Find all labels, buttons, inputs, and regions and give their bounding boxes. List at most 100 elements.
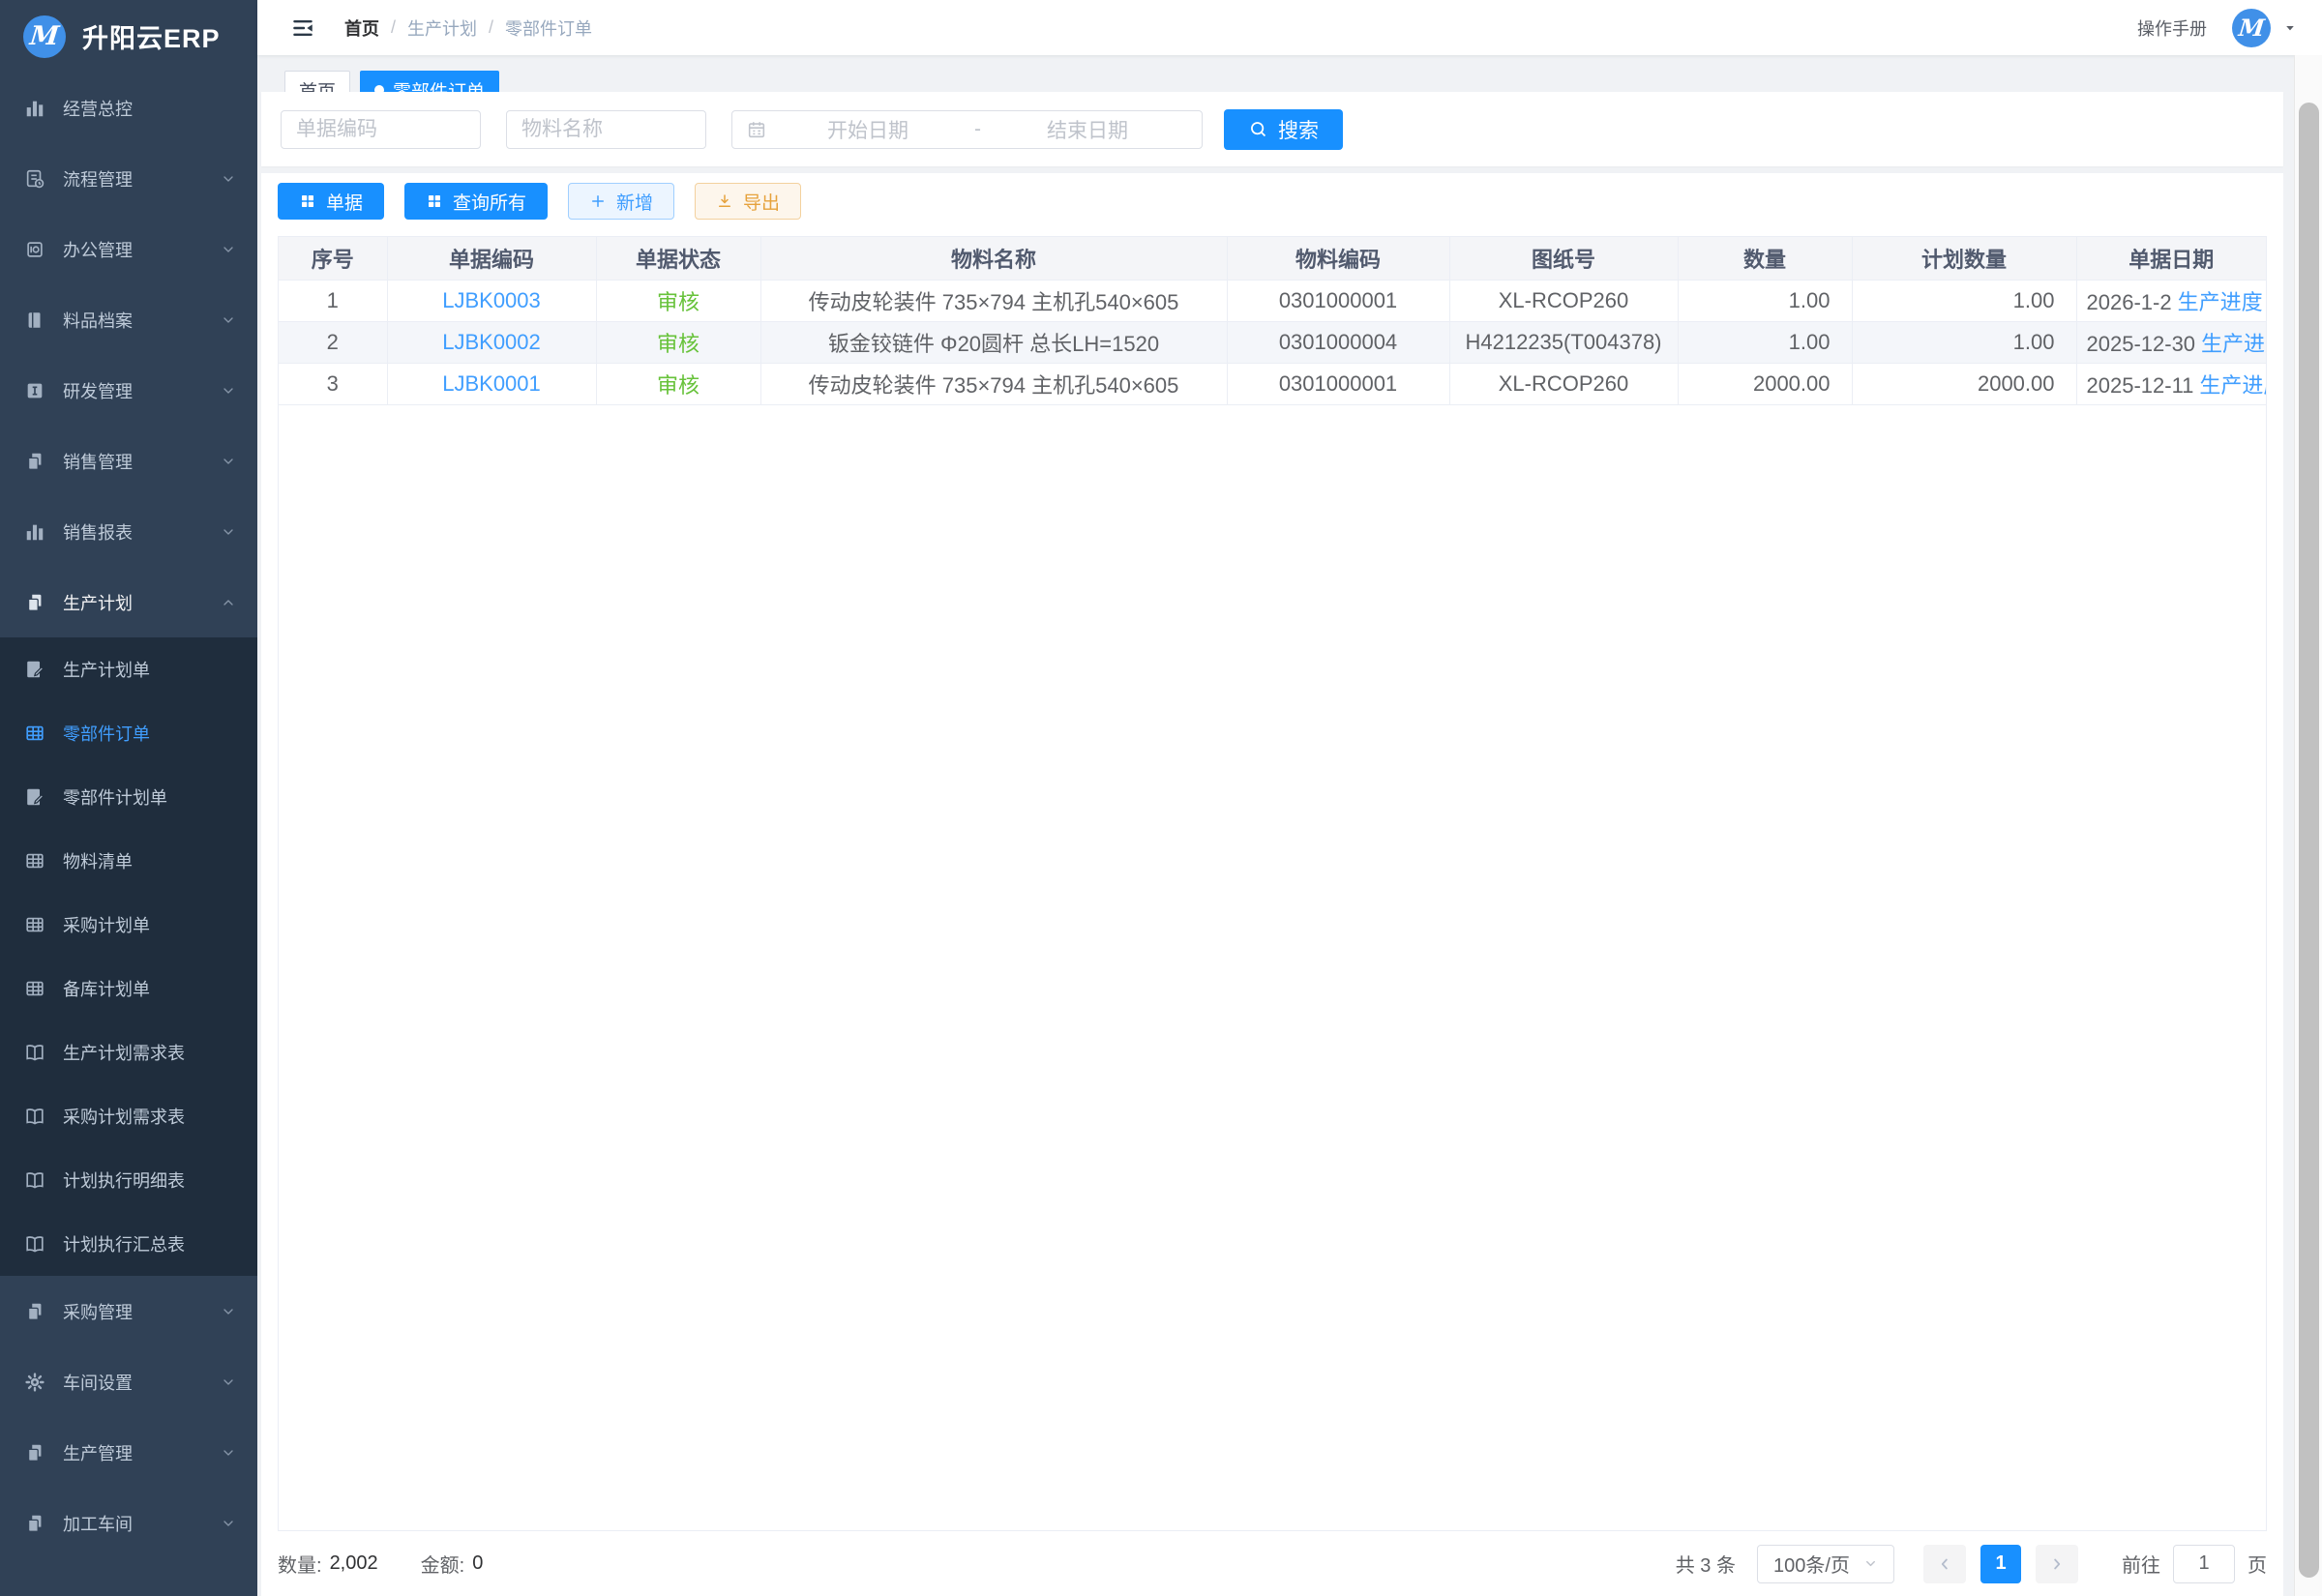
sidebar-item-label: 计划执行汇总表 bbox=[63, 1231, 236, 1256]
sidebar-item-label: 零部件计划单 bbox=[63, 784, 236, 810]
table-row[interactable]: 1 LJBK0003 审核 传动皮轮装件 735×794 主机孔540×605 … bbox=[279, 280, 2266, 321]
prev-page-button[interactable] bbox=[1923, 1545, 1966, 1583]
col-drawing-no[interactable]: 图纸号 bbox=[1449, 237, 1678, 280]
pages-icon bbox=[24, 1442, 45, 1463]
sidebar-item[interactable]: 采购计划单 bbox=[0, 893, 257, 957]
next-page-button[interactable] bbox=[2036, 1545, 2078, 1583]
production-progress-link[interactable]: 生产进度 bbox=[2201, 332, 2266, 356]
material-name-input[interactable] bbox=[506, 110, 706, 149]
sidebar-item-label: 计划执行明细表 bbox=[63, 1167, 236, 1193]
sidebar-item-label: 生产管理 bbox=[63, 1440, 221, 1465]
cell-qty: 1.00 bbox=[1678, 321, 1852, 363]
sidebar-item[interactable]: 料品档案 bbox=[0, 284, 257, 355]
start-date-placeholder[interactable]: 开始日期 bbox=[767, 115, 968, 144]
sidebar-item-label: 物料清单 bbox=[63, 848, 236, 873]
query-all-button[interactable]: 查询所有 bbox=[404, 183, 548, 220]
chart-bar-icon bbox=[24, 521, 45, 543]
sidebar-item[interactable]: 物料清单 bbox=[0, 829, 257, 893]
sidebar-item[interactable]: 销售管理 bbox=[0, 426, 257, 496]
app-logo[interactable]: M 升阳云ERP bbox=[0, 0, 257, 73]
col-plan-qty[interactable]: 计划数量 bbox=[1852, 237, 2076, 280]
breadcrumb-current: 零部件订单 bbox=[505, 15, 592, 41]
table-header-row: 序号 单据编码 单据状态 物料名称 物料编码 图纸号 数量 计划数量 单据日期 bbox=[279, 237, 2266, 280]
col-status[interactable]: 单据状态 bbox=[596, 237, 760, 280]
sidebar-item[interactable]: 生产管理 bbox=[0, 1417, 257, 1488]
sidebar-item[interactable]: 办公管理 bbox=[0, 214, 257, 284]
sidebar-item[interactable]: 零部件计划单 bbox=[0, 765, 257, 829]
scrollbar-thumb[interactable] bbox=[2299, 103, 2319, 1578]
document-button[interactable]: 单据 bbox=[278, 183, 384, 220]
sidebar-item[interactable]: 备库计划单 bbox=[0, 957, 257, 1020]
col-material-name[interactable]: 物料名称 bbox=[760, 237, 1227, 280]
col-order-code[interactable]: 单据编码 bbox=[387, 237, 596, 280]
gear-icon bbox=[24, 1372, 45, 1393]
page-size-select[interactable]: 100条/页 bbox=[1757, 1545, 1894, 1583]
sidebar-item-label: 生产计划需求表 bbox=[63, 1040, 236, 1065]
col-date[interactable]: 单据日期 bbox=[2076, 237, 2266, 280]
search-icon bbox=[1248, 119, 1268, 139]
download-icon bbox=[716, 192, 733, 210]
user-avatar[interactable]: M bbox=[2232, 9, 2271, 47]
table-row[interactable]: 3 LJBK0001 审核 传动皮轮装件 735×794 主机孔540×605 … bbox=[279, 363, 2266, 404]
breadcrumb-separator: / bbox=[391, 17, 396, 38]
sidebar-item[interactable]: 生产计划 bbox=[0, 567, 257, 637]
date-range-picker[interactable]: 开始日期 - 结束日期 bbox=[731, 110, 1203, 149]
order-code-link[interactable]: LJBK0002 bbox=[442, 330, 541, 354]
chevron-icon bbox=[221, 242, 236, 257]
sidebar-toggle-icon[interactable] bbox=[290, 15, 315, 41]
app-logo-icon: M bbox=[23, 15, 66, 58]
manual-link[interactable]: 操作手册 bbox=[2137, 15, 2207, 41]
sidebar-item[interactable]: 生产计划单 bbox=[0, 637, 257, 701]
sidebar-item[interactable]: 采购计划需求表 bbox=[0, 1084, 257, 1148]
sidebar-item[interactable]: 计划执行汇总表 bbox=[0, 1212, 257, 1276]
table-row[interactable]: 2 LJBK0002 审核 钣金铰链件 Φ20圆杆 总长LH=1520 0301… bbox=[279, 321, 2266, 363]
sidebar-item[interactable]: 流程管理 bbox=[0, 143, 257, 214]
chart-bar-icon bbox=[24, 98, 45, 119]
table-grid-icon bbox=[24, 978, 45, 999]
sidebar-item[interactable]: 销售报表 bbox=[0, 496, 257, 567]
user-menu-caret-icon[interactable] bbox=[2283, 21, 2297, 35]
sidebar: M 升阳云ERP 经营总控 流程管理 办公管理 bbox=[0, 0, 257, 1596]
sidebar-item[interactable]: 零部件订单 bbox=[0, 701, 257, 765]
cell-material-code: 0301000001 bbox=[1227, 363, 1449, 404]
sidebar-item-label: 采购计划需求表 bbox=[63, 1104, 236, 1129]
order-code-link[interactable]: LJBK0001 bbox=[442, 371, 541, 396]
col-material-code[interactable]: 物料编码 bbox=[1227, 237, 1449, 280]
production-progress-link[interactable]: 生产进度 bbox=[2199, 373, 2266, 398]
col-qty[interactable]: 数量 bbox=[1678, 237, 1852, 280]
tabs-bar: 首页 零部件订单 bbox=[284, 71, 2279, 92]
open-book-icon bbox=[24, 1233, 45, 1255]
sidebar-item[interactable]: 车间设置 bbox=[0, 1346, 257, 1417]
sidebar-item[interactable]: 生产计划需求表 bbox=[0, 1020, 257, 1084]
status-badge: 审核 bbox=[657, 332, 700, 356]
sidebar-item[interactable]: 研发管理 bbox=[0, 355, 257, 426]
export-button[interactable]: 导出 bbox=[695, 183, 801, 220]
order-code-input[interactable] bbox=[281, 110, 481, 149]
date-range-separator: - bbox=[968, 118, 987, 141]
sidebar-item[interactable]: 采购管理 bbox=[0, 1276, 257, 1346]
pages-icon bbox=[24, 1301, 45, 1322]
current-page-button[interactable]: 1 bbox=[1980, 1545, 2021, 1583]
cell-index: 1 bbox=[279, 280, 387, 321]
order-code-link[interactable]: LJBK0003 bbox=[442, 288, 541, 312]
col-index[interactable]: 序号 bbox=[279, 237, 387, 280]
production-progress-link[interactable]: 生产进度 bbox=[2178, 290, 2263, 314]
search-button[interactable]: 搜索 bbox=[1224, 109, 1343, 150]
qty-value: 2,002 bbox=[330, 1552, 378, 1575]
tab[interactable]: 零部件订单 bbox=[360, 71, 499, 92]
sidebar-menu: 经营总控 流程管理 办公管理 料品档案 bbox=[0, 73, 257, 1558]
materials-archive-icon bbox=[24, 310, 45, 331]
status-badge: 审核 bbox=[657, 373, 700, 398]
sidebar-item[interactable]: 加工车间 bbox=[0, 1488, 257, 1558]
add-button[interactable]: 新增 bbox=[568, 183, 674, 220]
workflow-icon bbox=[24, 168, 45, 190]
goto-page-input[interactable] bbox=[2173, 1545, 2235, 1583]
sidebar-item[interactable]: 经营总控 bbox=[0, 73, 257, 143]
sidebar-item[interactable]: 计划执行明细表 bbox=[0, 1148, 257, 1212]
breadcrumb-home[interactable]: 首页 bbox=[344, 15, 379, 41]
sidebar-item-label: 采购管理 bbox=[63, 1299, 221, 1324]
page-unit-label: 页 bbox=[2248, 1550, 2267, 1578]
end-date-placeholder[interactable]: 结束日期 bbox=[987, 115, 1188, 144]
tab[interactable]: 首页 bbox=[284, 71, 350, 92]
cell-material-name: 钣金铰链件 Φ20圆杆 总长LH=1520 bbox=[760, 321, 1227, 363]
